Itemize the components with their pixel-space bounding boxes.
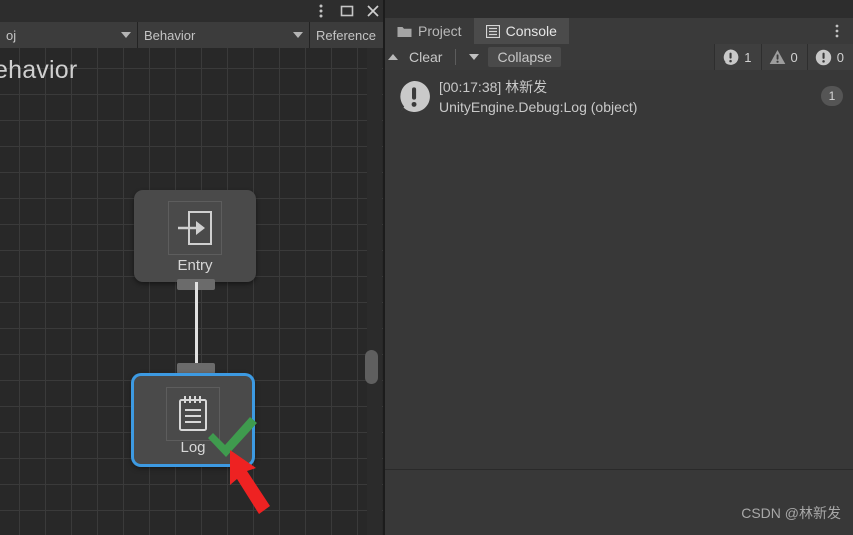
log-counter[interactable]: 1 [714, 44, 761, 70]
reference-dropdown[interactable]: Reference [310, 22, 385, 48]
behavior-dropdown-label: Behavior [144, 27, 196, 43]
graph-vertical-scrollbar[interactable] [365, 48, 382, 535]
console-log-count-badge: 1 [821, 86, 843, 106]
object-dropdown-label: oj [6, 27, 17, 43]
close-icon[interactable] [365, 3, 381, 19]
error-counter[interactable]: 0 [806, 44, 853, 70]
maximize-icon[interactable] [339, 3, 355, 19]
green-check-icon [208, 417, 257, 457]
tab-project-label: Project [418, 23, 462, 39]
unity-editor-screenshot: oj Behavior Reference ehavior Entry Log … [0, 0, 853, 535]
graph-toolbar: oj Behavior Reference [0, 22, 385, 48]
log-bubble-icon [399, 80, 430, 114]
console-detail-pane: CSDN @林新发 [385, 471, 853, 535]
collapse-button-label: Collapse [497, 49, 552, 65]
console-log-line-2: UnityEngine.Debug:Log (object) [439, 98, 638, 115]
graph-node-entry-label: Entry [177, 257, 213, 274]
console-options-icon[interactable] [829, 22, 845, 40]
tab-console[interactable]: Console [473, 18, 569, 44]
graph-node-log[interactable]: Log [132, 374, 257, 466]
folder-icon [397, 26, 412, 37]
collapse-button[interactable]: Collapse [488, 47, 561, 67]
clear-button-label: Clear [409, 49, 443, 65]
warning-triangle-icon [769, 50, 785, 64]
error-circle-icon [815, 49, 831, 65]
log-bubble-icon [723, 48, 739, 65]
toolbar-separator [455, 49, 457, 65]
console-log-list[interactable]: [00:17:38] 林新发 UnityEngine.Debug:Log (ob… [385, 70, 853, 470]
graph-canvas[interactable]: ehavior Entry Log [0, 48, 385, 535]
object-dropdown[interactable]: oj [0, 22, 138, 48]
graph-scrollbar-thumb[interactable] [365, 350, 378, 384]
console-log-line-1: [00:17:38] 林新发 [439, 78, 548, 95]
console-panel: Project Console Clear Collapse 1 0 0 [00… [385, 0, 853, 535]
console-top-strip [385, 0, 853, 18]
tab-project[interactable]: Project [385, 18, 474, 44]
chevron-down-icon [293, 32, 303, 38]
warning-counter[interactable]: 0 [760, 44, 807, 70]
node-input-port[interactable] [177, 363, 215, 374]
enter-arrow-icon [168, 201, 222, 255]
behavior-graph-panel: oj Behavior Reference ehavior Entry Log [0, 0, 385, 535]
clear-button[interactable]: Clear [400, 47, 451, 67]
graph-node-entry[interactable]: Entry [134, 190, 256, 282]
graph-window-titlebar [0, 0, 385, 22]
graph-edge-entry-to-log [195, 282, 198, 374]
console-tab-bar: Project Console [385, 18, 853, 44]
behavior-dropdown[interactable]: Behavior [138, 22, 310, 48]
console-log-entry[interactable]: [00:17:38] 林新发 UnityEngine.Debug:Log (ob… [385, 74, 853, 120]
chevron-down-icon [121, 32, 131, 38]
window-controls [313, 0, 381, 22]
watermark-text: CSDN @林新发 [741, 505, 841, 521]
console-counters: 1 0 0 [714, 44, 853, 70]
vertical-dots-icon[interactable] [313, 3, 329, 19]
collapse-panel-triangle-icon[interactable] [388, 54, 398, 60]
log-counter-value: 1 [744, 49, 752, 65]
graph-title: ehavior [0, 56, 78, 84]
warning-counter-value: 0 [790, 49, 798, 65]
chevron-down-icon [469, 54, 480, 60]
console-log-entry-text: [00:17:38] 林新发 UnityEngine.Debug:Log (ob… [439, 78, 637, 117]
error-counter-value: 0 [836, 49, 844, 65]
clear-dropdown-button[interactable] [460, 47, 488, 67]
reference-dropdown-label: Reference [316, 27, 376, 43]
list-lines-icon [485, 24, 500, 38]
tab-console-label: Console [505, 23, 557, 39]
